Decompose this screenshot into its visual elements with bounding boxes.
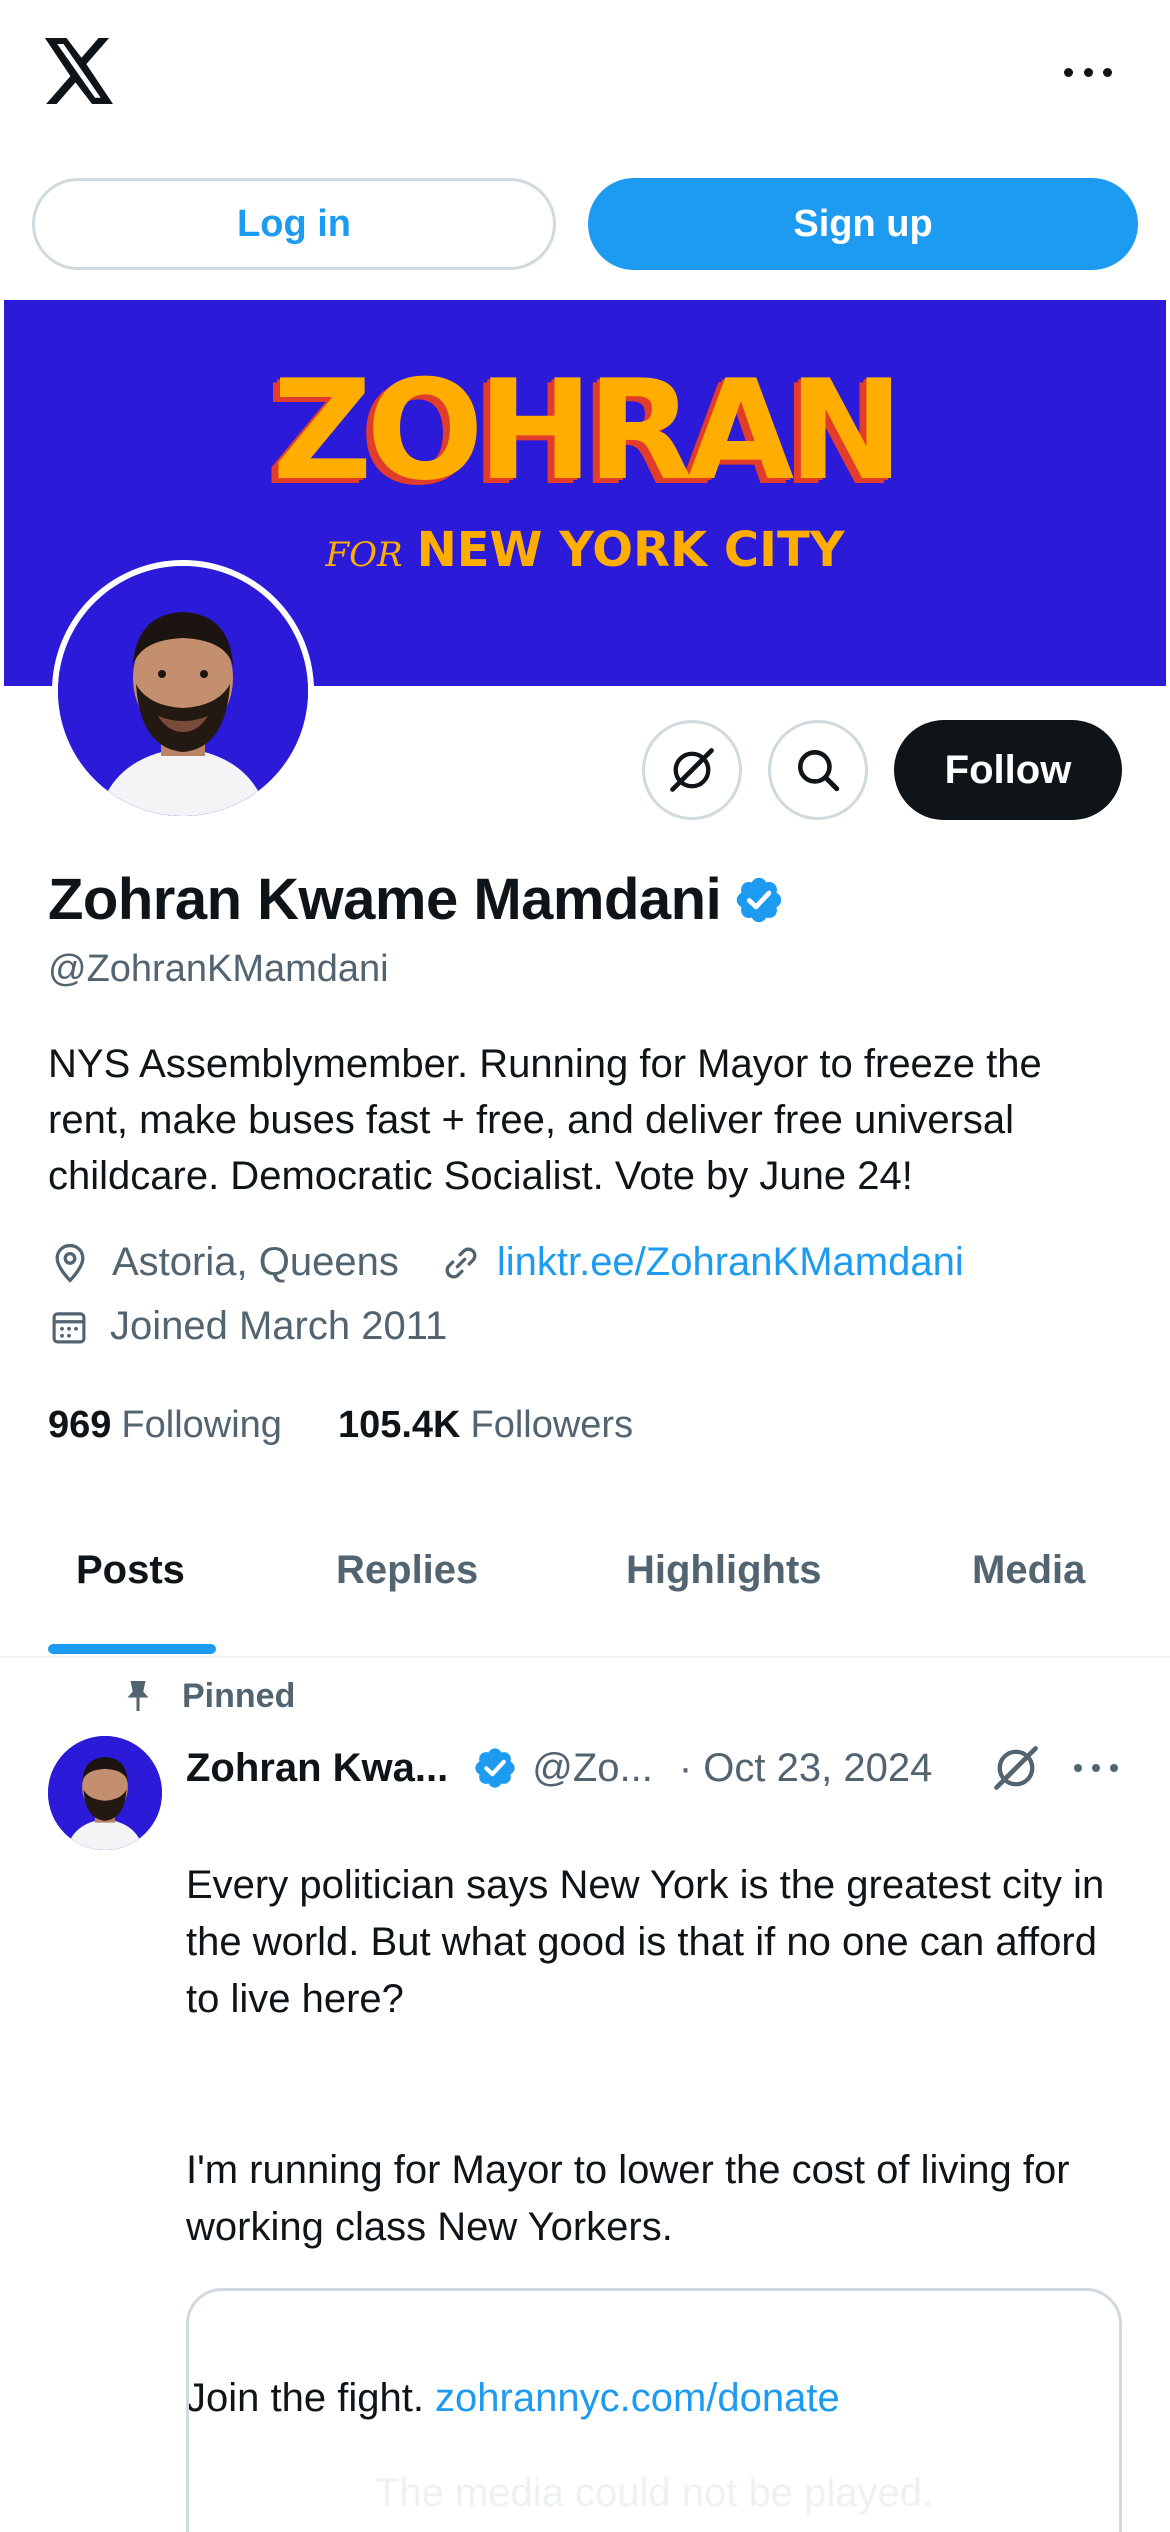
post-grok-icon[interactable] [990,1742,1042,1794]
post-more-icon[interactable] [1074,1758,1118,1778]
tab-highlights[interactable]: Highlights [626,1548,822,1593]
profile-joined-row: Joined March 2011 [48,1304,447,1349]
pinned-label: Pinned [182,1676,296,1715]
x-logo-icon[interactable] [44,38,116,104]
top-bar [0,0,1170,150]
banner-city-text: NEW YORK CITY [416,522,845,578]
search-profile-button[interactable] [768,720,868,820]
profile-joined-date: Joined March 2011 [110,1304,448,1348]
post-avatar-portrait-icon [48,1736,162,1850]
profile-handle: @ZohranKMamdani [48,948,389,990]
post-media-card[interactable]: The media could not be played. [186,2288,1122,2532]
search-icon [798,750,840,792]
location-pin-icon [55,1243,85,1283]
profile-avatar[interactable] [52,560,314,822]
post-author-name[interactable]: Zohran Kwa... [186,1746,448,1791]
sign-up-button[interactable]: Sign up [588,178,1138,270]
profile-meta-row: Astoria, Queens linktr.ee/ZohranKMamdani [48,1240,964,1285]
more-horizontal-icon[interactable] [1058,52,1118,92]
post-author-handle[interactable]: @Zo... [532,1746,653,1791]
following-stat[interactable]: 969 Following [48,1404,282,1447]
log-in-button[interactable]: Log in [32,178,556,270]
post-author-avatar[interactable] [48,1736,162,1850]
post-verified-badge-icon[interactable] [472,1745,518,1791]
banner-title: ZOHRAN [272,350,903,511]
following-count: 969 [48,1404,112,1446]
grok-button[interactable] [642,720,742,820]
tab-posts[interactable]: Posts [76,1548,185,1593]
followers-label: Followers [470,1404,634,1446]
pinned-label-row: Pinned [120,1676,295,1716]
profile-website-link[interactable]: linktr.ee/ZohranKMamdani [497,1240,964,1285]
profile-bio: NYS Assemblymember. Running for Mayor to… [48,1042,1042,1198]
post-date[interactable]: · Oct 23, 2024 [679,1746,932,1791]
profile-location: Astoria, Queens [112,1240,399,1284]
following-label: Following [121,1404,282,1446]
tab-media[interactable]: Media [972,1548,1085,1593]
post-paragraph: Every politician says New York is the gr… [186,1863,1105,2021]
active-tab-indicator [48,1644,216,1654]
grok-icon [670,748,714,792]
follow-button[interactable]: Follow [894,720,1122,820]
banner-for-text: FOR [325,535,403,575]
media-error-message: The media could not be played. [374,2471,934,2515]
calendar-icon [52,1311,86,1343]
profile-stats: 969 Following 105.4K Followers [48,1404,689,1447]
post-paragraph: I'm running for Mayor to lower the cost … [186,2148,1070,2249]
followers-count: 105.4K [337,1404,461,1446]
profile-name-row: Zohran Kwame Mamdani [48,866,785,933]
profile-tabs: Posts Replies Highlights Media [0,1520,1170,1658]
tab-replies[interactable]: Replies [336,1548,478,1593]
avatar-portrait-icon [58,566,308,816]
verified-badge-icon[interactable] [733,874,785,926]
display-name: Zohran Kwame Mamdani [48,867,722,932]
pin-icon [127,1681,149,1711]
link-icon [445,1247,477,1278]
followers-stat[interactable]: 105.4K Followers [338,1404,633,1447]
